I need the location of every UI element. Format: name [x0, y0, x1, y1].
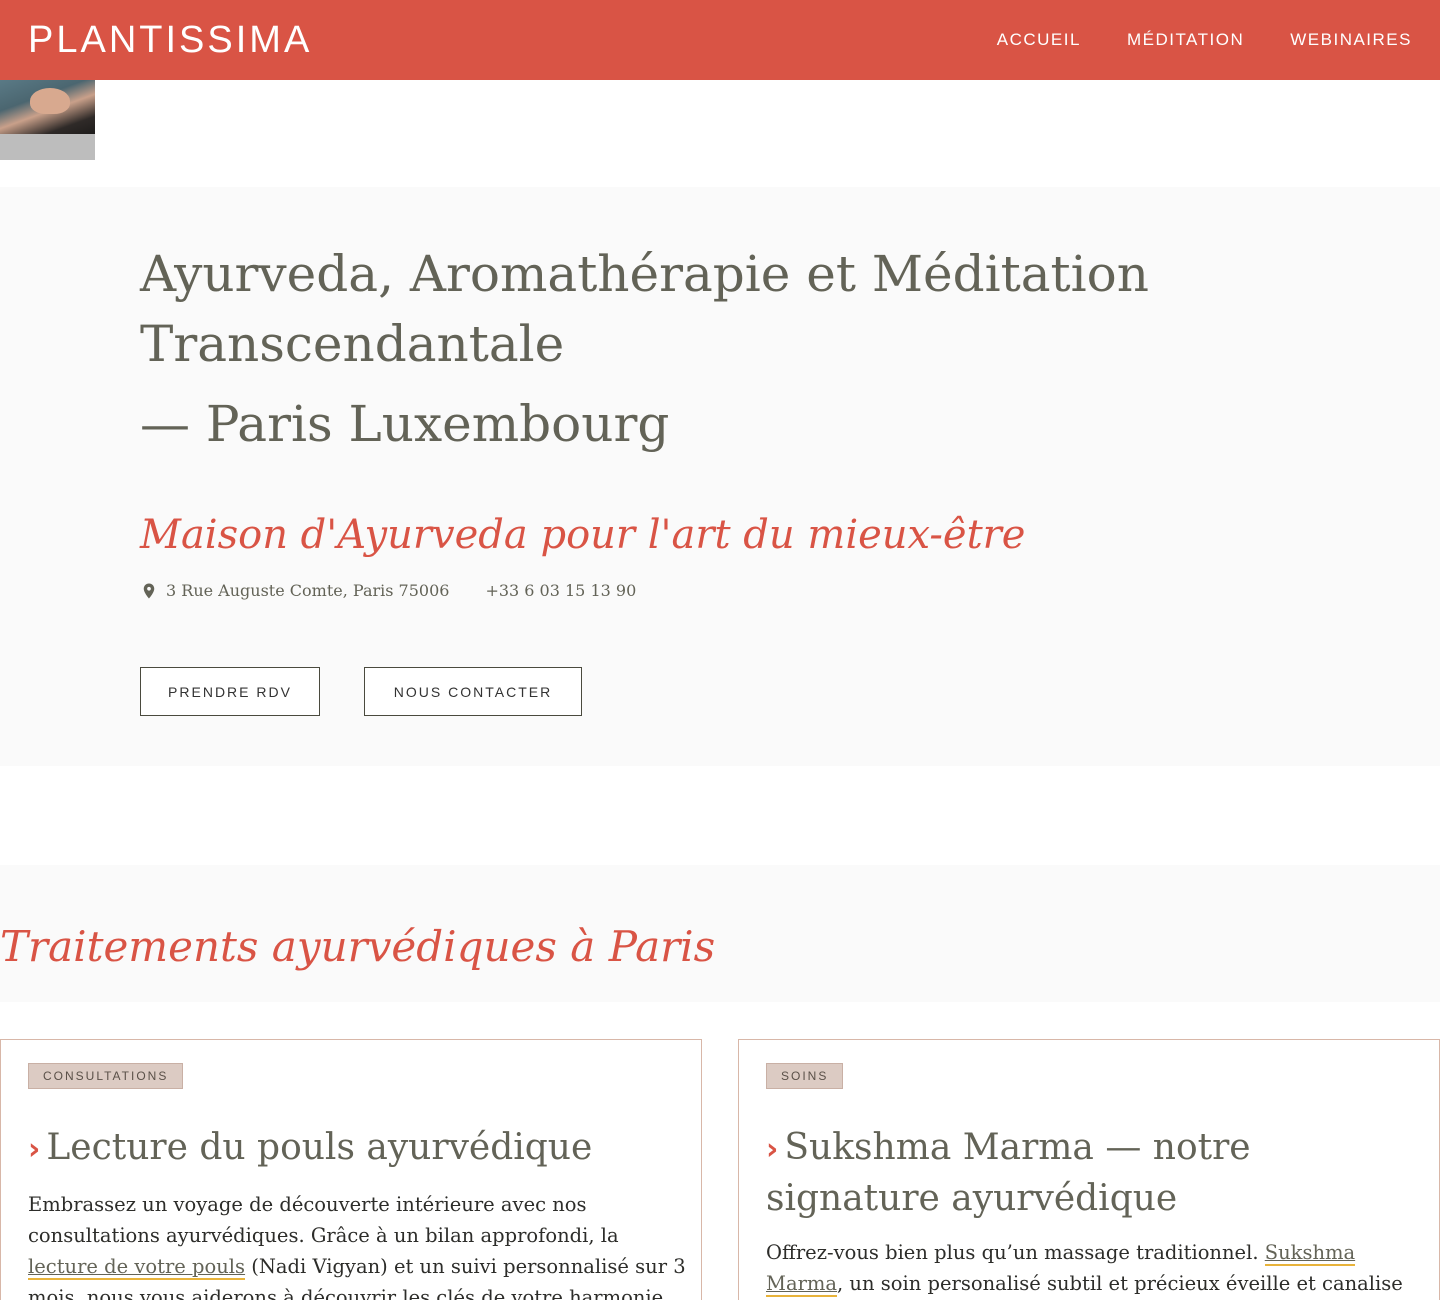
- contact-us-button[interactable]: NOUS CONTACTER: [364, 667, 582, 716]
- card-text: Offrez-vous bien plus qu’un massage trad…: [766, 1241, 1265, 1264]
- treatment-card-consultations: CONSULTATIONS › Lecture du pouls ayurvédi…: [0, 1039, 702, 1300]
- massage-photo: [0, 80, 95, 134]
- treatment-card-soins: SOINS › Sukshma Marma — notre signature a…: [738, 1039, 1440, 1300]
- card-description: Embrassez un voyage de découverte intéri…: [28, 1189, 688, 1300]
- contact-info: 3 Rue Auguste Comte, Paris 75006 +33 6 0…: [140, 580, 636, 602]
- card-title[interactable]: › Sukshma Marma — notre signature ayurvéd…: [766, 1123, 1416, 1223]
- image-placeholder-shadow: [0, 134, 95, 160]
- category-badge[interactable]: SOINS: [766, 1063, 844, 1089]
- hero-section: Ayurveda, Aromathérapie et Méditation Tr…: [0, 187, 1440, 766]
- chevron-right-icon: ›: [28, 1132, 41, 1167]
- address-text: 3 Rue Auguste Comte, Paris 75006: [166, 581, 450, 600]
- treatments-heading-section: Traitements ayurvédiques à Paris: [0, 865, 1440, 1002]
- card-title-text: Lecture du pouls ayurvédique: [46, 1127, 593, 1168]
- hero-tagline: Maison d'Ayurveda pour l'art du mieux-êt…: [140, 512, 1026, 558]
- book-appointment-button[interactable]: PRENDRE RDV: [140, 667, 320, 716]
- main-nav: ACCUEIL MÉDITATION WEBINAIRES: [997, 27, 1412, 53]
- nav-link-meditation[interactable]: MÉDITATION: [1127, 27, 1244, 53]
- card-title[interactable]: › Lecture du pouls ayurvédique: [28, 1123, 678, 1174]
- phone-number[interactable]: +33 6 03 15 13 90: [485, 580, 636, 602]
- treatments-heading: Traitements ayurvédiques à Paris: [0, 922, 716, 971]
- card-text: Embrassez un voyage de découverte intéri…: [28, 1193, 619, 1247]
- page-subtitle: — Paris Luxembourg: [140, 395, 670, 453]
- site-logo[interactable]: PLANTISSIMA: [28, 18, 312, 62]
- category-badge[interactable]: CONSULTATIONS: [28, 1063, 184, 1089]
- hero-thumbnail-image: [0, 80, 95, 160]
- card-text: , un soin personalisé subtil et précieux…: [837, 1272, 1403, 1295]
- nav-link-accueil[interactable]: ACCUEIL: [997, 27, 1081, 53]
- chevron-right-icon: ›: [766, 1132, 779, 1167]
- top-navigation-bar: PLANTISSIMA ACCUEIL MÉDITATION WEBINAIRE…: [0, 0, 1440, 80]
- pulse-reading-link[interactable]: lecture de votre pouls: [28, 1255, 246, 1280]
- nav-link-webinaires[interactable]: WEBINAIRES: [1290, 27, 1412, 53]
- card-description: Offrez-vous bien plus qu’un massage trad…: [766, 1237, 1426, 1300]
- map-pin-icon: [143, 583, 155, 599]
- page-title: Ayurveda, Aromathérapie et Méditation Tr…: [140, 245, 1149, 373]
- card-title-text: Sukshma Marma — notre signature ayurvédi…: [766, 1127, 1251, 1219]
